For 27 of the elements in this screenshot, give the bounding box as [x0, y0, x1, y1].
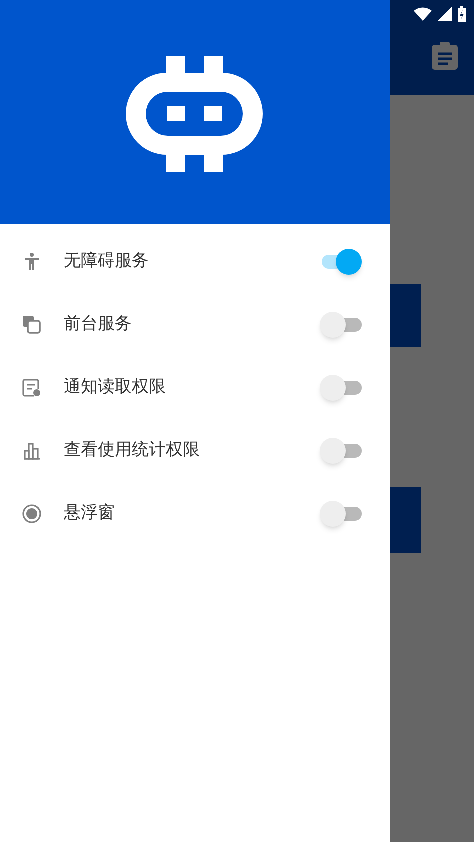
clipboard-icon[interactable]	[432, 42, 458, 70]
bar-chart-icon	[22, 440, 42, 460]
drawer-item[interactable]: 前台服务	[0, 293, 390, 356]
battery-icon	[458, 6, 466, 22]
item-label: 无障碍服务	[64, 250, 150, 273]
accessibility-icon	[22, 252, 42, 272]
item-label: 前台服务	[64, 312, 133, 336]
drawer-item[interactable]: 悬浮窗	[0, 482, 390, 545]
item-label: 查看使用统计权限	[64, 438, 201, 462]
toggle-switch[interactable]	[320, 438, 364, 464]
wifi-icon	[414, 7, 432, 21]
item-label: 通知读取权限	[64, 376, 167, 399]
layers-icon	[22, 314, 42, 334]
drawer-item[interactable]: 无障碍服务	[0, 230, 390, 293]
logo-icon	[126, 56, 264, 172]
dimmed-card	[390, 284, 421, 347]
drawer-item[interactable]: 查看使用统计权限	[0, 419, 390, 482]
item-label: 悬浮窗	[64, 502, 116, 525]
radio-button-icon	[22, 504, 42, 524]
toggle-switch[interactable]	[320, 312, 364, 338]
signal-icon	[438, 7, 452, 21]
toggle-switch[interactable]	[320, 374, 364, 400]
notification-icon	[22, 378, 42, 398]
toggle-switch[interactable]	[320, 500, 364, 526]
toggle-switch[interactable]	[320, 248, 364, 274]
drawer-item[interactable]: 通知读取权限	[0, 356, 390, 419]
dimmed-card	[390, 487, 421, 553]
